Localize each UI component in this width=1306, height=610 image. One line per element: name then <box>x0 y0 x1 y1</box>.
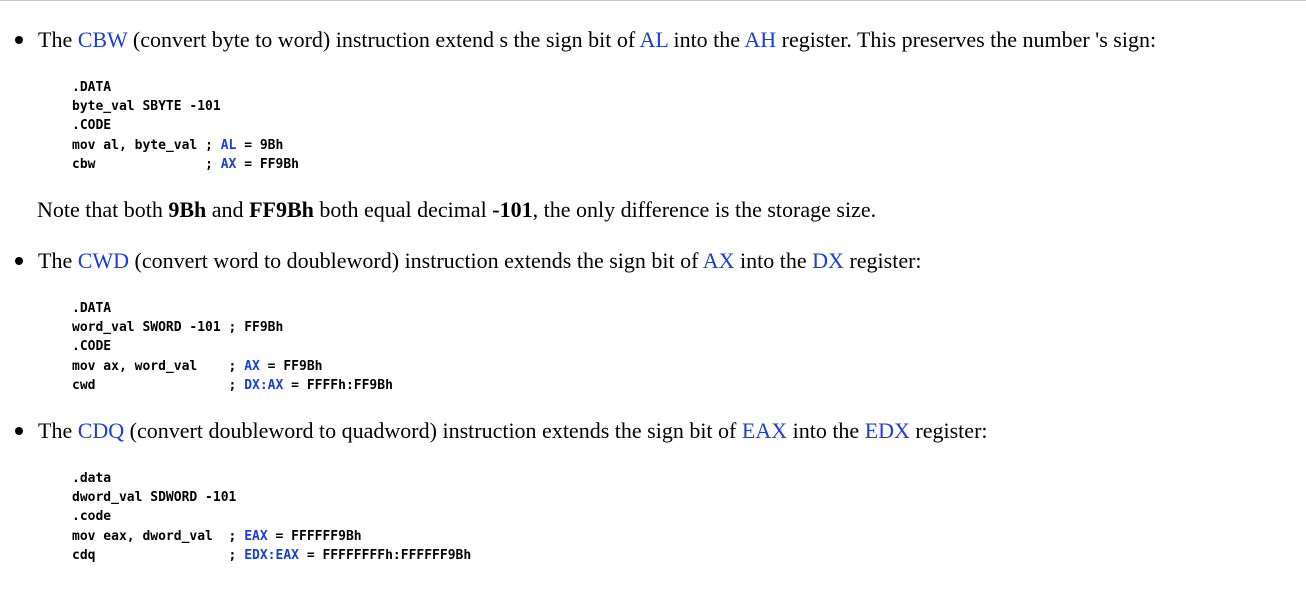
code-line: word_val SWORD -101 ; FF9Bh <box>72 320 284 336</box>
code-line: mov al, byte_val ; AL = 9Bh <box>72 137 284 153</box>
code-line: .DATA <box>72 80 112 95</box>
bullet-text-middle: into the <box>667 27 745 52</box>
code-line: cbw ; AX = FF9Bh <box>72 156 299 172</box>
code-register: EAX <box>244 528 268 544</box>
register-dx: DX <box>812 248 844 273</box>
code-block-cdq: .data dword_val SDWORD -101 .code mov ea… <box>72 469 471 565</box>
code-line: mov eax, dword_val ; EAX = FFFFFF9Bh <box>72 528 362 544</box>
bullet-dot-icon <box>15 427 23 435</box>
code-line: .CODE <box>72 339 112 355</box>
code-register: AX <box>244 358 260 374</box>
code-line: cdq ; EDX:EAX = FFFFFFFFh:FFFFFF9Bh <box>72 547 472 563</box>
bullet-dot-icon <box>15 36 23 44</box>
code-line: dword_val SDWORD -101 <box>72 490 237 506</box>
code-register: EDX:EAX <box>244 547 299 563</box>
keyword-cdq: CDQ <box>77 418 125 443</box>
code-register: AX <box>220 156 237 172</box>
top-divider <box>0 0 1306 1</box>
bullet-cdq: The CDQ (convert doubleword to quadword)… <box>15 418 988 444</box>
code-line: .CODE <box>72 118 112 134</box>
code-line: .data <box>72 471 112 486</box>
bullet-text-middle: (convert byte to word) instruction exten… <box>127 27 640 52</box>
bullet-cbw: The CBW (convert byte to word) instructi… <box>15 27 1157 53</box>
bullet-text-suffix: register. This preserves the number 's s… <box>776 27 1157 52</box>
keyword-cwd: CWD <box>77 248 130 273</box>
register-ah: AH <box>744 27 777 52</box>
keyword-cbw: CBW <box>77 27 128 52</box>
code-block-cbw: .DATA byte_val SBYTE -101 .CODE mov al, … <box>72 78 299 174</box>
code-line: .DATA <box>72 301 112 316</box>
code-line: .code <box>72 509 112 525</box>
bullet-dot-icon <box>15 257 23 265</box>
code-line: mov ax, word_val ; AX = FF9Bh <box>72 358 323 374</box>
register-eax: EAX <box>741 418 788 443</box>
code-block-cwd: .DATA word_val SWORD -101 ; FF9Bh .CODE … <box>72 299 393 395</box>
code-line: cwd ; DX:AX = FFFFh:FF9Bh <box>72 377 393 393</box>
register-al: AL <box>639 27 668 52</box>
note-paragraph: Note that both 9Bh and FF9Bh both equal … <box>37 197 877 222</box>
register-ax: AX <box>702 248 735 273</box>
code-register: AL <box>220 137 237 153</box>
code-register: DX:AX <box>244 377 284 393</box>
bullet-text-prefix: The <box>38 27 78 52</box>
register-edx: EDX <box>864 418 910 443</box>
code-line: byte_val SBYTE -101 <box>72 99 221 115</box>
note-bold-decimal: -101 <box>492 197 533 222</box>
bullet-cwd: The CWD (convert word to doubleword) ins… <box>15 248 922 274</box>
note-bold-ff9bh: FF9Bh <box>249 197 314 222</box>
note-bold-9bh: 9Bh <box>168 197 207 222</box>
